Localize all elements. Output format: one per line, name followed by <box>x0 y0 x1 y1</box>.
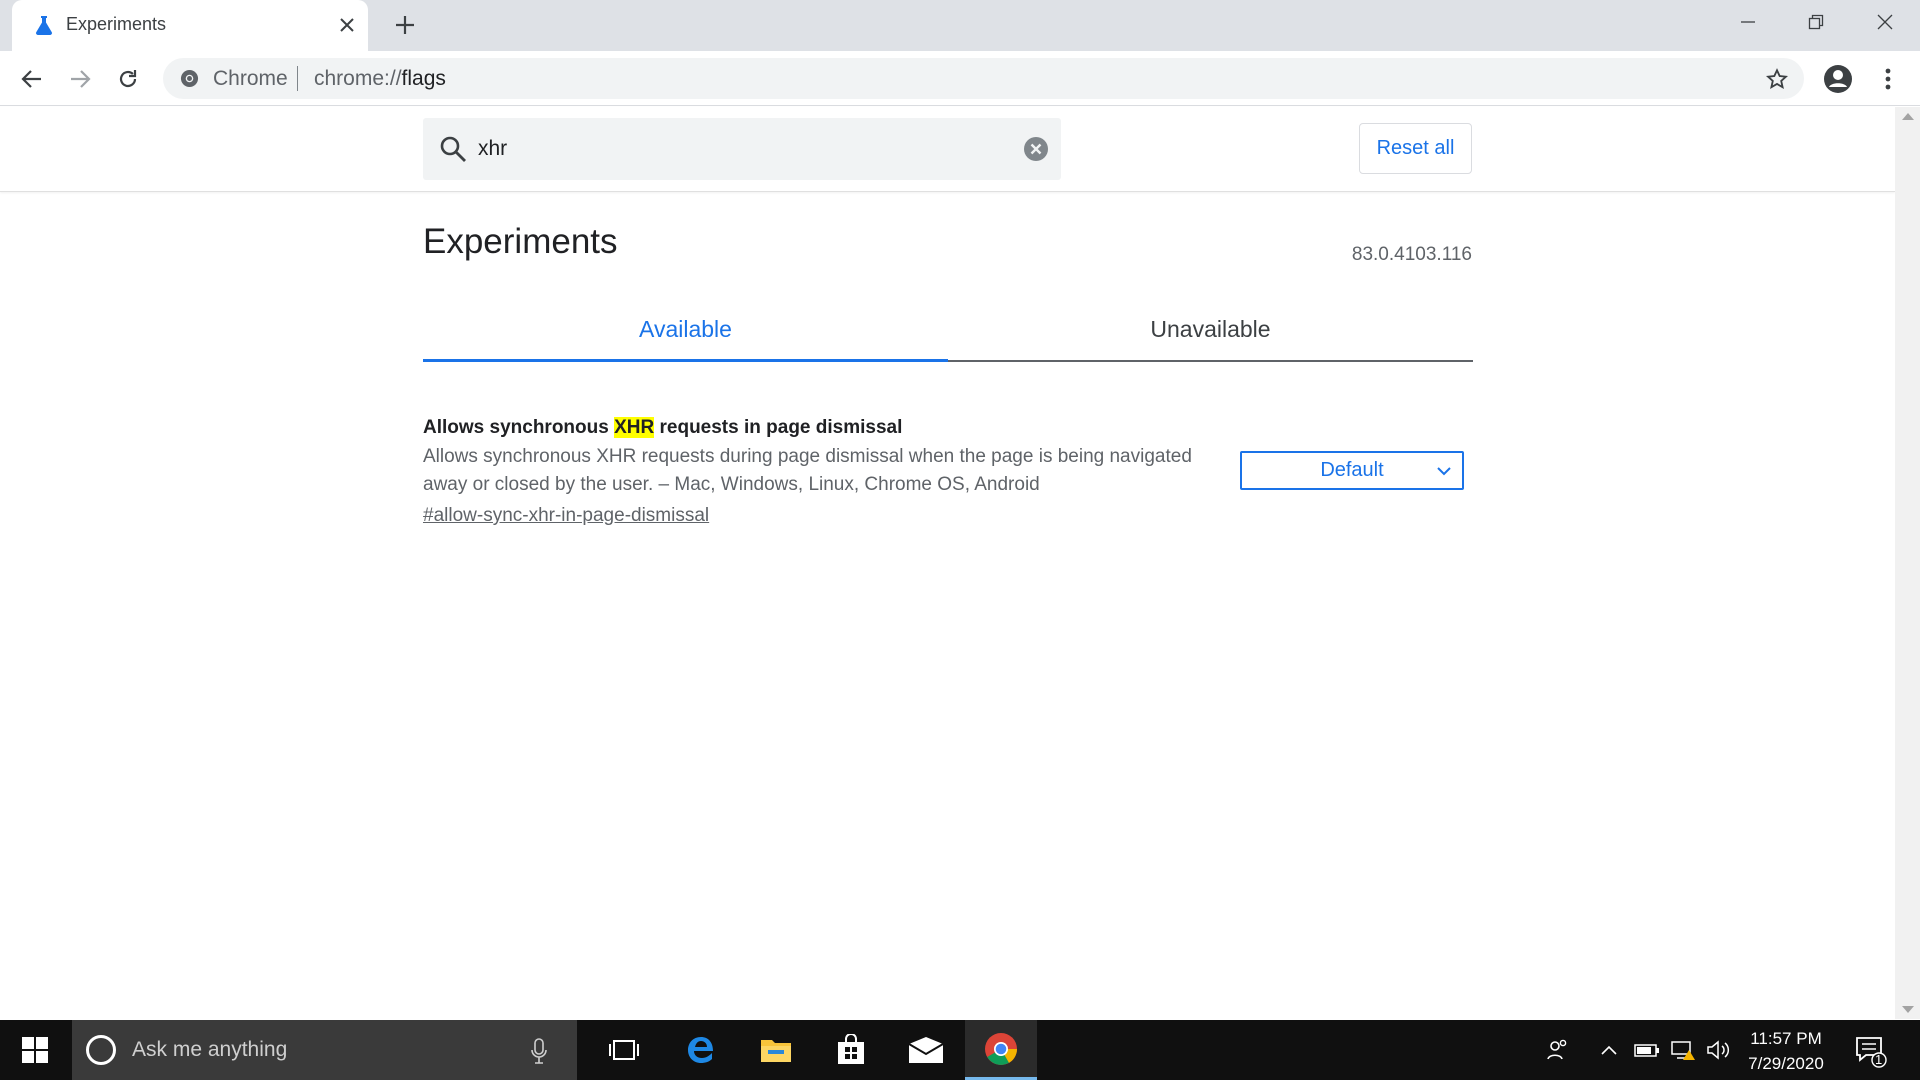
scroll-down-arrow[interactable] <box>1902 1006 1914 1013</box>
task-view-icon <box>609 1040 639 1060</box>
avatar-icon <box>1824 65 1852 93</box>
taskbar-clock[interactable]: 11:57 PM 7/29/2020 <box>1730 1026 1842 1076</box>
store-icon <box>838 1034 864 1064</box>
arrow-right-icon <box>71 70 91 88</box>
tab-unavailable[interactable]: Unavailable <box>948 297 1473 362</box>
reload-button[interactable] <box>112 63 144 95</box>
microphone-icon[interactable] <box>531 1038 547 1064</box>
cortana-search-text: Ask me anything <box>132 1038 288 1061</box>
page-title: Experiments <box>423 222 618 261</box>
speaker-icon <box>1707 1040 1730 1060</box>
show-hidden-icons-button[interactable] <box>1596 1020 1622 1080</box>
notification-icon <box>1856 1037 1887 1068</box>
taskbar-chrome[interactable] <box>965 1020 1037 1080</box>
edge-icon <box>688 1037 713 1063</box>
clear-search-icon[interactable] <box>1023 136 1049 162</box>
mail-icon <box>908 1037 944 1063</box>
cortana-search[interactable]: Ask me anything <box>72 1020 577 1080</box>
flag-permalink[interactable]: #allow-sync-xhr-in-page-dismissal <box>423 502 1473 530</box>
reset-all-button[interactable]: Reset all <box>1359 123 1472 174</box>
flags-page: xhr Reset all Experiments 83.0.4103.116 … <box>0 107 1895 1019</box>
flag-description: Allows synchronous XHR requests during p… <box>423 446 1192 495</box>
profile-button[interactable] <box>1822 63 1854 95</box>
chrome-icon <box>180 69 199 88</box>
page-scrollbar[interactable] <box>1895 107 1920 1019</box>
kebab-menu-icon <box>1885 68 1891 90</box>
cortana-icon <box>86 1035 116 1065</box>
search-input[interactable]: xhr <box>478 137 507 161</box>
address-url: chrome://flags <box>314 67 446 91</box>
taskbar-mail[interactable] <box>890 1020 962 1080</box>
taskbar-edge[interactable] <box>665 1020 737 1080</box>
browser-toolbar: Chrome chrome://flags <box>0 51 1920 106</box>
people-button[interactable] <box>1540 1020 1576 1080</box>
plus-icon <box>396 16 414 34</box>
address-bar[interactable]: Chrome chrome://flags <box>163 58 1804 99</box>
bookmark-button[interactable] <box>1764 66 1790 92</box>
chevron-up-icon <box>1601 1045 1617 1055</box>
search-highlight: XHR <box>614 417 655 438</box>
flag-state-value: Default <box>1320 459 1384 481</box>
flag-title: Allows synchronous XHR requests in page … <box>423 415 1473 441</box>
reload-icon <box>119 70 137 88</box>
flask-icon <box>36 16 52 36</box>
notification-count: 1 <box>1875 1052 1883 1067</box>
close-icon <box>340 18 354 32</box>
search-icon <box>440 136 466 162</box>
active-tab-indicator <box>423 359 948 362</box>
task-view-button[interactable] <box>588 1020 660 1080</box>
clock-date: 7/29/2020 <box>1748 1054 1824 1073</box>
chrome-icon <box>985 1032 1017 1065</box>
menu-button[interactable] <box>1872 63 1904 95</box>
people-icon <box>1547 1039 1567 1060</box>
arrow-left-icon <box>21 70 41 88</box>
battery-icon <box>1634 1044 1659 1057</box>
chevron-down-icon <box>1437 467 1451 476</box>
network-button[interactable] <box>1668 1020 1698 1080</box>
battery-button[interactable] <box>1632 1020 1662 1080</box>
site-label: Chrome <box>213 67 288 90</box>
tab-underline <box>948 360 1473 362</box>
new-tab-button[interactable] <box>390 10 420 40</box>
back-button[interactable] <box>16 63 48 95</box>
star-icon <box>1766 68 1788 89</box>
taskbar-store[interactable] <box>815 1020 887 1080</box>
version-label: 83.0.4103.116 <box>1351 244 1472 265</box>
scroll-up-arrow[interactable] <box>1902 113 1914 120</box>
url-scheme: chrome:// <box>314 67 402 90</box>
restore-icon <box>1808 14 1824 30</box>
tab-available[interactable]: Available <box>423 297 948 362</box>
network-warning-icon <box>1671 1041 1695 1060</box>
minimize-button[interactable] <box>1715 0 1781 44</box>
restore-button[interactable] <box>1783 0 1849 44</box>
tab-title: Experiments <box>66 14 167 34</box>
address-divider <box>297 66 298 91</box>
clock-time: 11:57 PM <box>1750 1029 1822 1048</box>
flags-header: xhr Reset all <box>0 107 1895 192</box>
windows-taskbar: Ask me anything 11:57 PM 7/29/2020 1 <box>0 1020 1920 1080</box>
minimize-icon <box>1741 21 1755 23</box>
close-icon <box>1877 14 1893 30</box>
close-window-button[interactable] <box>1852 0 1918 44</box>
url-path: flags <box>401 67 446 90</box>
flag-title-end: requests in page dismissal <box>654 417 903 438</box>
close-tab-button[interactable] <box>334 12 360 38</box>
taskbar-file-explorer[interactable] <box>740 1020 812 1080</box>
tab-experiments[interactable]: Experiments <box>12 0 368 51</box>
forward-button[interactable] <box>64 63 96 95</box>
tab-strip: Experiments <box>0 0 1920 51</box>
action-center-button[interactable]: 1 <box>1854 1034 1888 1068</box>
start-button[interactable] <box>0 1020 70 1080</box>
flag-entry: Allows synchronous XHR requests in page … <box>423 415 1473 530</box>
flag-title-start: Allows synchronous <box>423 417 615 438</box>
windows-logo-icon <box>22 1037 48 1063</box>
flags-tabs: Available Unavailable <box>423 297 1473 362</box>
search-field[interactable]: xhr <box>423 118 1061 180</box>
flag-state-select[interactable]: Default <box>1240 451 1464 490</box>
folder-icon <box>761 1040 791 1062</box>
